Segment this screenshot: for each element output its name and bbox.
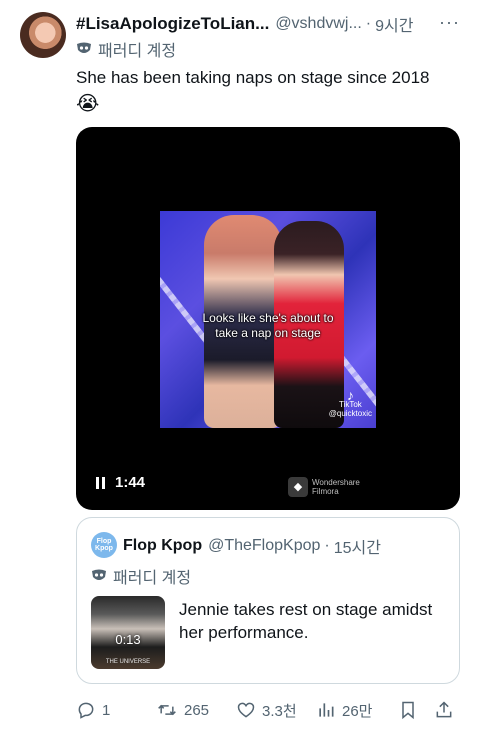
- video-player[interactable]: Looks like she's about to take a nap on …: [76, 127, 460, 510]
- share-button[interactable]: [434, 700, 464, 720]
- pause-icon[interactable]: [96, 476, 105, 489]
- quote-parody-badge: 패러디 계정: [91, 564, 191, 588]
- views-bar-chart-icon: [319, 703, 334, 717]
- reply-icon: [78, 702, 94, 719]
- tiktok-icon: ♪: [346, 387, 354, 403]
- mask-icon: [77, 42, 91, 53]
- filmora-logo-icon: ◆: [288, 477, 308, 497]
- watermark-line-1: Wondershare: [312, 478, 360, 487]
- thumb-duration: 0:13: [115, 632, 141, 647]
- like-button[interactable]: 3.3천: [236, 700, 316, 721]
- quote-avatar[interactable]: Flop Kpop: [91, 532, 117, 558]
- thumb-label: THE UNIVERSE: [105, 659, 151, 665]
- quote-header: Flop Kpop @TheFlopKpop · 15시간: [123, 534, 381, 558]
- more-options-icon[interactable]: ···: [439, 12, 460, 33]
- quote-separator: ·: [324, 537, 330, 554]
- tiktok-label: TikTok: [338, 400, 362, 409]
- action-bar: 1 265 3.3천 26만: [76, 694, 466, 726]
- quote-parody-label: 패러디 계정: [113, 570, 192, 587]
- parody-label: 패러디 계정: [98, 43, 177, 60]
- video-duration: 1:44: [115, 474, 146, 491]
- caption-line-1: Looks like she's about to: [202, 311, 334, 325]
- like-count: 3.3천: [262, 702, 297, 720]
- bookmark-button[interactable]: [398, 700, 434, 720]
- watermark-line-2: Filmora: [312, 487, 339, 496]
- tweet-time[interactable]: 9시간: [375, 12, 413, 36]
- reply-count: 1: [102, 701, 111, 719]
- crying-emoji: 😭: [76, 93, 100, 115]
- filmora-watermark: ◆ Wondershare Filmora: [288, 477, 360, 497]
- quote-text: Jennie takes rest on stage amidst her pe…: [179, 600, 433, 642]
- user-handle[interactable]: @vshdvwj...: [275, 15, 361, 33]
- tweet-body: She has been taking naps on stage since …: [76, 68, 430, 87]
- views-button[interactable]: 26만: [316, 700, 398, 721]
- quoted-tweet[interactable]: Flop Kpop Flop Kpop @TheFlopKpop · 15시간 …: [76, 517, 460, 684]
- tiktok-watermark: ♪ TikTok @quicktoxic: [328, 387, 372, 418]
- retweet-icon: [158, 704, 176, 716]
- mask-icon: [92, 569, 106, 580]
- quote-video-thumbnail[interactable]: 0:13 THE UNIVERSE: [91, 596, 165, 669]
- separator-dot: ·: [365, 15, 372, 32]
- video-caption: Looks like she's about to take a nap on …: [160, 311, 376, 341]
- parody-badge: 패러디 계정: [76, 38, 176, 60]
- bookmark-icon: [402, 701, 414, 720]
- caption-line-2: take a nap on stage: [215, 326, 321, 340]
- quote-display-name[interactable]: Flop Kpop: [123, 537, 202, 555]
- user-avatar[interactable]: [20, 12, 66, 58]
- view-count: 26만: [342, 702, 373, 720]
- retweet-button[interactable]: 265: [156, 700, 236, 720]
- heart-icon: [237, 702, 255, 718]
- reply-button[interactable]: 1: [76, 700, 156, 720]
- tiktok-user: @quicktoxic: [328, 409, 372, 418]
- display-name[interactable]: #LisaApologizeToLian...: [76, 14, 269, 34]
- quote-handle[interactable]: @TheFlopKpop: [208, 537, 320, 555]
- video-frame: Looks like she's about to take a nap on …: [160, 211, 376, 428]
- tweet-header: #LisaApologizeToLian... @vshdvwj... · 9시…: [76, 12, 466, 36]
- tweet-text: She has been taking naps on stage since …: [76, 66, 466, 116]
- retweet-count: 265: [184, 701, 210, 719]
- quote-time[interactable]: 15시간: [334, 534, 381, 558]
- playback-control[interactable]: 1:44: [96, 474, 145, 491]
- share-icon: [436, 701, 452, 718]
